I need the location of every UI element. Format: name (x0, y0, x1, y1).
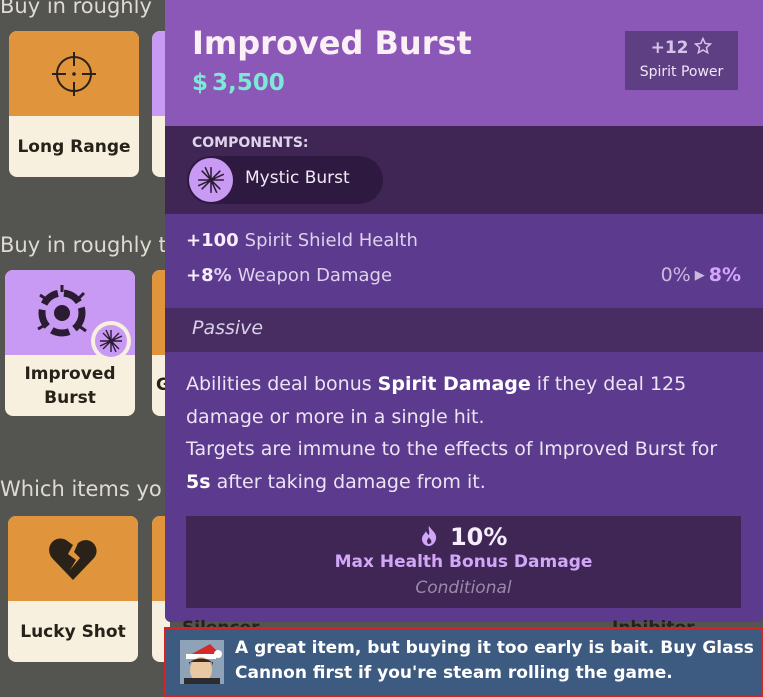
keyword-duration: 5s (186, 470, 211, 493)
item-card-improved-burst[interactable]: Improved Burst (5, 270, 135, 416)
tooltip-header: Improved Burst $3,500 +12 Spirit Power (165, 0, 763, 126)
burst-icon (189, 158, 233, 202)
component-badge (91, 321, 131, 361)
item-card-lucky-shot[interactable]: Lucky Shot (8, 516, 138, 662)
spirit-power-badge: +12 Spirit Power (625, 31, 738, 90)
comment-text: A great item, but buying it too early is… (235, 638, 754, 683)
item-price: $3,500 (192, 70, 285, 96)
item-title: Improved Burst (192, 24, 472, 62)
avatar (180, 640, 224, 684)
keyword-spirit-damage: Spirit Damage (377, 373, 531, 395)
component-name: Mystic Burst (245, 168, 350, 188)
stats-section: +100 Spirit Shield Health +8% Weapon Damag… (165, 214, 763, 308)
tier-heading-3: Which items yo (0, 477, 162, 501)
conditional-tag: Conditional (415, 578, 512, 598)
comment-bar: A great item, but buying it too early is… (164, 627, 763, 697)
conditional-stat-box: 10% Max Health Bonus Damage Conditional (186, 516, 741, 608)
stat-value: +8 (186, 265, 214, 286)
stat-label: Weapon Damage (237, 265, 393, 286)
passive-description: Abilities deal bonus Spirit Damage if th… (186, 373, 718, 493)
item-card-label: Lucky Shot (20, 621, 126, 642)
passive-body: Abilities deal bonus Spirit Damage if th… (165, 352, 763, 622)
tier-heading-2: Buy in roughly th (0, 233, 181, 257)
item-card-label: Long Range (17, 136, 131, 157)
spirit-power-label: Spirit Power (639, 64, 724, 80)
stat-unit: % (213, 265, 232, 286)
spirit-power-value: +12 (650, 38, 689, 58)
stat-label: Spirit Shield Health (244, 230, 418, 251)
tier-heading-1: Buy in roughly (0, 0, 152, 18)
component-mystic-burst[interactable]: Mystic Burst (187, 156, 383, 204)
item-card-label: Improved Burst (24, 363, 116, 408)
burst-icon (99, 329, 123, 353)
crosshair-icon (52, 51, 96, 96)
conditional-name: Max Health Bonus Damage (334, 552, 593, 572)
passive-header: Passive (165, 308, 763, 352)
flame-icon (420, 523, 446, 551)
price-value: 3,500 (212, 70, 285, 96)
stat-value: +100 (186, 230, 239, 251)
stat-row: +100 Spirit Shield Health (186, 230, 418, 251)
star-outline-icon (694, 36, 713, 55)
arrow-right-icon: ▶ (694, 268, 705, 283)
stat-to: 8% (708, 264, 741, 286)
stat-row: +8% Weapon Damage (186, 265, 392, 286)
broken-heart-icon (49, 538, 97, 580)
souls-currency-icon: $ (192, 70, 209, 96)
stat-comparison: 0% ▶ 8% (661, 264, 741, 286)
item-card-long-range[interactable]: Long Range (9, 31, 139, 177)
improved-burst-icon (37, 284, 88, 336)
stat-from: 0% (660, 264, 691, 286)
components-section: COMPONENTS: Mystic Burst (165, 126, 763, 214)
passive-label: Passive (192, 317, 264, 339)
item-tooltip: Improved Burst $3,500 +12 Spirit Power C… (165, 0, 763, 622)
components-label: COMPONENTS: (192, 135, 309, 151)
conditional-value: 10% (449, 523, 508, 551)
